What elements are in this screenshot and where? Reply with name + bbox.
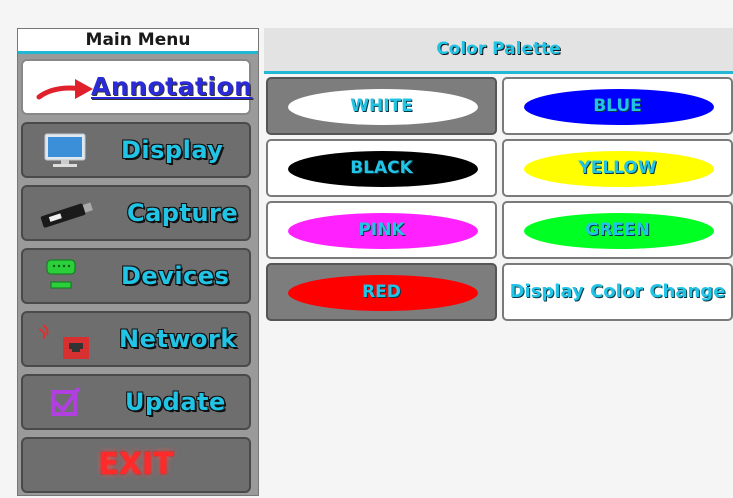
menu-item-label: Annotation: [91, 72, 253, 101]
menu-item-annotation[interactable]: Annotation: [21, 59, 253, 115]
menu-item-devices[interactable]: Devices: [21, 248, 251, 304]
menu-item-label: Update: [125, 388, 226, 416]
color-red[interactable]: RED: [266, 263, 497, 321]
color-yellow[interactable]: YELLOW: [502, 139, 733, 197]
color-label: RED: [362, 282, 401, 302]
main-menu: Main Menu Annotation Display Capture Dev…: [17, 28, 259, 496]
capture-card-icon: [40, 202, 93, 228]
color-black[interactable]: BLACK: [266, 139, 497, 197]
color-pink[interactable]: PINK: [266, 201, 497, 259]
color-blue[interactable]: BLUE: [502, 77, 733, 135]
exit-button[interactable]: EXIT: [21, 437, 251, 493]
menu-item-label: Capture: [127, 199, 239, 227]
color-label: YELLOW: [578, 158, 657, 178]
red-arrow-icon: [36, 79, 93, 100]
menu-item-label: Display: [121, 136, 224, 164]
menu-item-update[interactable]: Update: [21, 374, 251, 430]
display-color-change-label: Display Color Change: [509, 281, 726, 302]
network-port-icon: [38, 324, 89, 359]
color-green[interactable]: GREEN: [502, 201, 733, 259]
menu-item-display[interactable]: Display: [21, 122, 251, 178]
checkbox-icon: [51, 386, 81, 416]
color-label: WHITE: [350, 96, 413, 116]
color-label: BLACK: [350, 158, 413, 178]
main-menu-title: Main Menu: [18, 29, 258, 54]
serial-port-icon: [46, 259, 76, 289]
menu-item-label: Network: [119, 325, 237, 353]
color-label: GREEN: [585, 220, 650, 240]
menu-item-capture[interactable]: Capture: [21, 185, 251, 241]
display-color-change-button[interactable]: Display Color Change: [502, 263, 733, 321]
color-label: BLUE: [593, 96, 642, 116]
exit-label: EXIT: [98, 447, 174, 482]
menu-item-network[interactable]: Network: [21, 311, 251, 367]
monitor-icon: [44, 133, 86, 167]
color-palette-title: Color Palette: [264, 28, 733, 74]
menu-item-label: Devices: [121, 262, 230, 290]
color-label: PINK: [358, 220, 405, 240]
color-white[interactable]: WHITE: [266, 77, 497, 135]
